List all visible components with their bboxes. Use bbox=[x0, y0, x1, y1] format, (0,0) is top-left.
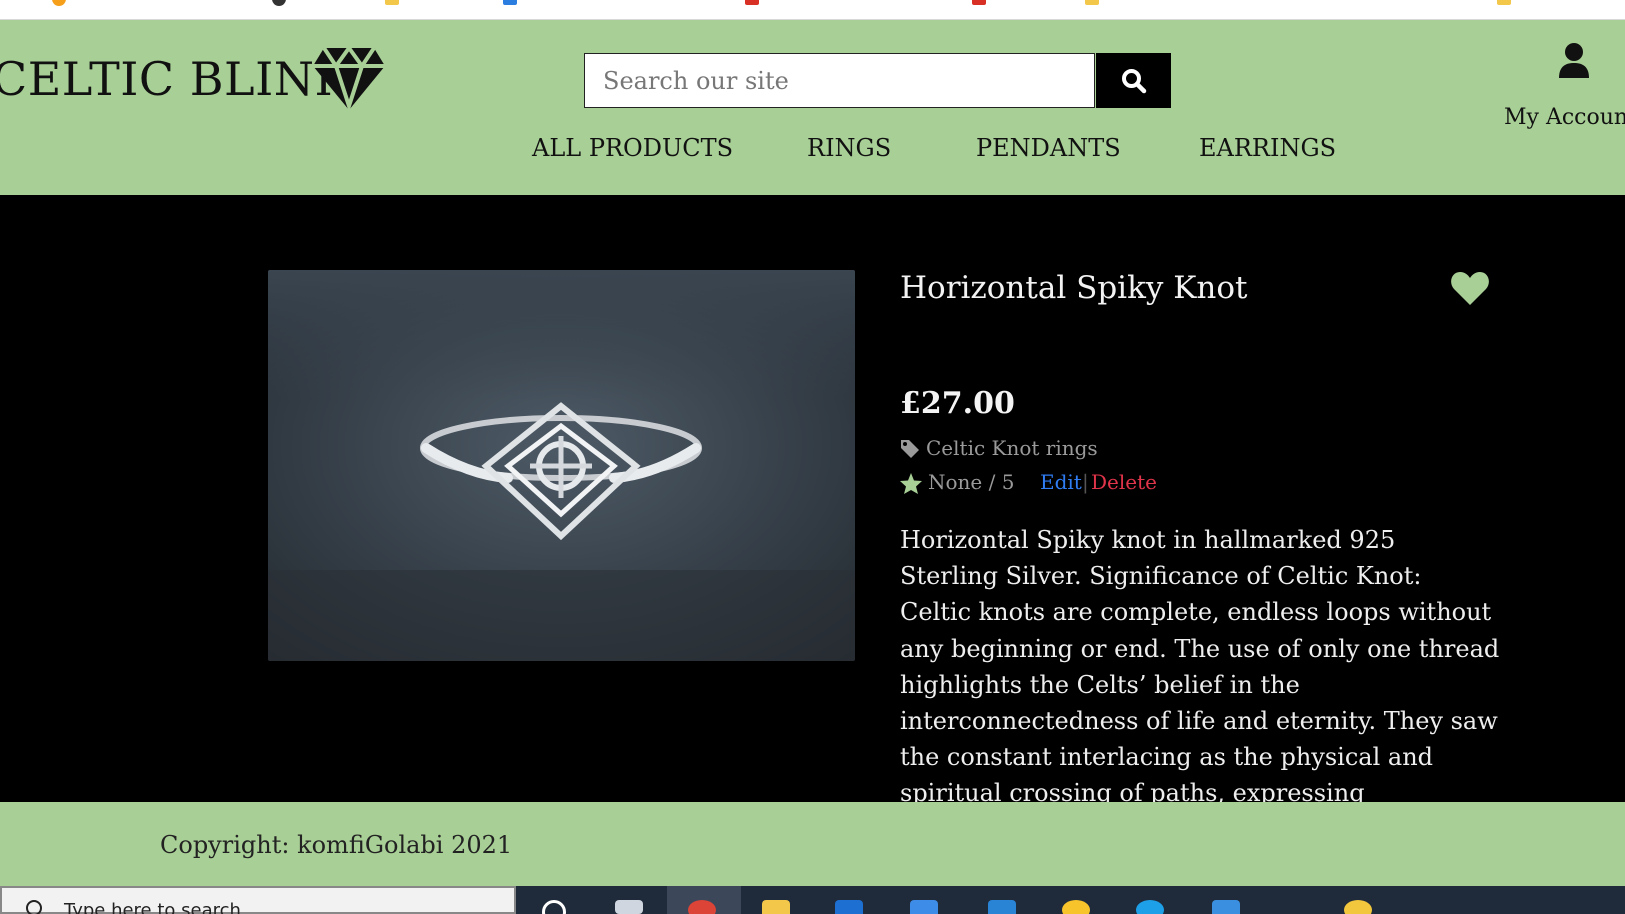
user-icon bbox=[1559, 43, 1589, 78]
site-footer: Copyright: komfiGolabi 2021 bbox=[0, 802, 1625, 886]
photos-icon[interactable] bbox=[1212, 900, 1240, 914]
mail-icon[interactable] bbox=[835, 900, 863, 914]
file-explorer-icon[interactable] bbox=[762, 900, 790, 914]
copyright-text: Copyright: komfiGolabi 2021 bbox=[160, 831, 513, 859]
bookmark-icon[interactable] bbox=[503, 0, 517, 5]
task-view-icon[interactable] bbox=[615, 900, 643, 914]
main-nav: ALL PRODUCTS RINGS PENDANTS EARRINGS bbox=[0, 134, 1625, 174]
product-description: Horizontal Spiky knot in hallmarked 925 … bbox=[900, 526, 1500, 844]
ring-photo bbox=[268, 270, 855, 661]
heart-icon[interactable] bbox=[1450, 270, 1490, 306]
product-rating: None / 5 Edit | Delete bbox=[900, 470, 1200, 496]
bookmark-icon[interactable] bbox=[52, 0, 66, 6]
bookmark-folder-icon[interactable] bbox=[1085, 0, 1099, 5]
product-image[interactable] bbox=[268, 270, 855, 661]
bookmark-icon[interactable] bbox=[745, 0, 759, 5]
rating-value: None / 5 bbox=[928, 470, 1015, 494]
nav-rings[interactable]: RINGS bbox=[807, 134, 891, 162]
cortana-icon[interactable] bbox=[542, 900, 566, 914]
search-icon bbox=[1121, 68, 1146, 93]
bookmark-folder-icon[interactable] bbox=[385, 0, 399, 5]
search-button[interactable] bbox=[1096, 53, 1171, 108]
bookmark-icon[interactable] bbox=[972, 0, 986, 5]
search-box bbox=[584, 53, 1095, 108]
todo-icon[interactable] bbox=[910, 900, 938, 914]
my-account-label: My Account bbox=[1504, 105, 1625, 130]
site-header: CELTIC BLINK My Account ALL PRODUCTS RIN… bbox=[0, 20, 1625, 195]
browser-bookmark-bar bbox=[0, 0, 1625, 20]
category-label: Celtic Knot rings bbox=[926, 436, 1098, 460]
tag-icon bbox=[901, 440, 919, 458]
search-icon bbox=[26, 900, 42, 914]
bookmark-folder-icon[interactable] bbox=[1497, 0, 1511, 5]
skype-icon[interactable] bbox=[1136, 900, 1164, 914]
nav-pendants[interactable]: PENDANTS bbox=[976, 134, 1121, 162]
taskbar-search[interactable]: Type here to search bbox=[0, 886, 516, 914]
product-price: £27.00 bbox=[900, 386, 1015, 421]
chrome-icon[interactable] bbox=[688, 900, 716, 914]
vscode-icon[interactable] bbox=[988, 900, 1016, 914]
star-icon bbox=[900, 473, 922, 494]
product-title: Horizontal Spiky Knot bbox=[900, 270, 1248, 306]
bookmark-icon[interactable] bbox=[272, 0, 286, 6]
clock-app-icon[interactable] bbox=[1062, 900, 1090, 914]
delete-product-link[interactable]: Delete bbox=[1091, 470, 1157, 494]
site-logo[interactable]: CELTIC BLINK bbox=[0, 52, 349, 106]
edit-product-link[interactable]: Edit bbox=[1040, 470, 1082, 494]
taskbar-search-text: Type here to search bbox=[64, 900, 241, 914]
weather-icon[interactable] bbox=[1344, 900, 1372, 914]
nav-earrings[interactable]: EARRINGS bbox=[1199, 134, 1336, 162]
link-separator: | bbox=[1082, 470, 1089, 494]
nav-all-products[interactable]: ALL PRODUCTS bbox=[532, 134, 733, 162]
search-input[interactable] bbox=[585, 54, 1094, 107]
windows-taskbar: Type here to search bbox=[0, 886, 1625, 914]
diamond-logo-icon[interactable] bbox=[312, 46, 386, 112]
